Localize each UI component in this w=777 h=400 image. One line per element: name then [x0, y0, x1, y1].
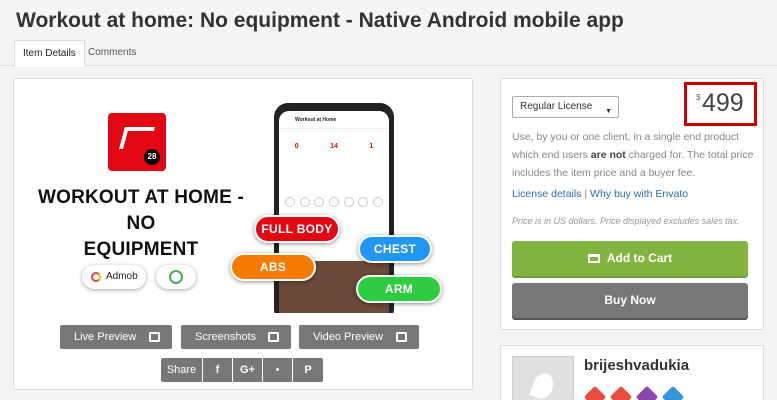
add-to-cart-button[interactable]: Add to Cart — [512, 241, 748, 276]
badge-icon[interactable] — [635, 385, 659, 400]
price-amount: 499 — [702, 89, 744, 117]
avatar[interactable] — [512, 356, 574, 400]
page-title: Workout at home: No equipment - Native A… — [16, 9, 624, 32]
share-label: Share — [161, 358, 203, 382]
badge-icon[interactable] — [609, 385, 633, 400]
video-preview-label: Video Preview — [313, 331, 384, 343]
twitter-share-button[interactable]: • — [263, 358, 293, 382]
pushup-figure-icon — [119, 127, 155, 149]
license-select-value: Regular License — [520, 101, 593, 112]
admob-pill: Admob — [82, 265, 146, 289]
purchase-panel: Regular License ▼ $ 499 Use, by you or o… — [500, 78, 764, 330]
admob-icon — [91, 272, 101, 282]
banner-title-line1: WORKOUT AT HOME - NO — [37, 187, 245, 234]
app-logo: 28 — [108, 113, 166, 171]
tab-item-details[interactable]: Item Details — [14, 40, 85, 67]
phone-stat: 1 — [369, 143, 374, 150]
tab-comments[interactable]: Comments — [80, 40, 144, 67]
chevron-down-icon: ▼ — [605, 108, 612, 115]
author-panel: brijeshvadukia — [500, 345, 764, 400]
price-note: Price is in US dollars. Price displayed … — [512, 216, 740, 226]
license-desc-bold: are not — [590, 149, 626, 161]
window-icon — [149, 332, 160, 342]
tag-abs: ABS — [230, 253, 316, 281]
price-box: $ 499 — [684, 82, 757, 126]
google-plus-share-button[interactable]: G+ — [233, 358, 263, 382]
sdk-icon — [169, 270, 183, 284]
link-separator: | — [584, 188, 588, 200]
item-preview-panel: 28 WORKOUT AT HOME - NO EQUIPMENT Admob … — [13, 78, 473, 390]
secondary-sdk-pill — [156, 265, 196, 289]
phone-week-goal — [285, 197, 383, 207]
pinterest-share-button[interactable]: P — [293, 358, 323, 382]
buy-now-button[interactable]: Buy Now — [512, 283, 748, 318]
screenshots-button[interactable]: Screenshots — [181, 325, 291, 349]
twitter-icon: • — [275, 364, 280, 376]
facebook-share-button[interactable]: f — [203, 358, 233, 382]
item-banner-image: 28 WORKOUT AT HOME - NO EQUIPMENT Admob … — [24, 89, 464, 313]
image-icon — [268, 332, 279, 342]
author-name[interactable]: brijeshvadukia — [584, 357, 689, 374]
tag-arm: ARM — [356, 275, 442, 303]
phone-stat: 14 — [330, 143, 338, 150]
admob-label: Admob — [106, 271, 138, 282]
phone-stat: 0 — [294, 143, 299, 150]
cart-icon — [587, 254, 600, 263]
license-select[interactable]: Regular License ▼ — [512, 96, 619, 118]
badge-icon[interactable] — [583, 385, 607, 400]
why-buy-envato-link[interactable]: Why buy with Envato — [590, 188, 688, 200]
tag-full-body: FULL BODY — [254, 215, 340, 243]
banner-title: WORKOUT AT HOME - NO EQUIPMENT — [24, 185, 258, 263]
page-header: Workout at home: No equipment - Native A… — [0, 0, 777, 67]
tag-chest: CHEST — [358, 235, 432, 263]
license-details-link[interactable]: License details — [512, 188, 581, 200]
currency-symbol: $ — [696, 93, 701, 102]
phone-stats: 0 14 1 — [279, 129, 389, 150]
live-preview-label: Live Preview — [74, 331, 137, 343]
badge-icon[interactable] — [661, 385, 685, 400]
video-icon — [396, 332, 407, 342]
screenshots-label: Screenshots — [195, 331, 257, 343]
envato-leaf-icon — [529, 370, 557, 400]
video-preview-button[interactable]: Video Preview — [299, 325, 419, 349]
logo-badge: 28 — [144, 149, 160, 165]
license-description: Use, by you or one client, in a single e… — [512, 128, 754, 182]
add-to-cart-label: Add to Cart — [606, 251, 673, 265]
license-links: License details | Why buy with Envato — [512, 188, 688, 200]
phone-app-title: Workout at Home — [279, 111, 389, 129]
author-badges — [583, 385, 685, 400]
banner-title-line2: EQUIPMENT — [83, 239, 199, 260]
live-preview-button[interactable]: Live Preview — [60, 325, 172, 349]
